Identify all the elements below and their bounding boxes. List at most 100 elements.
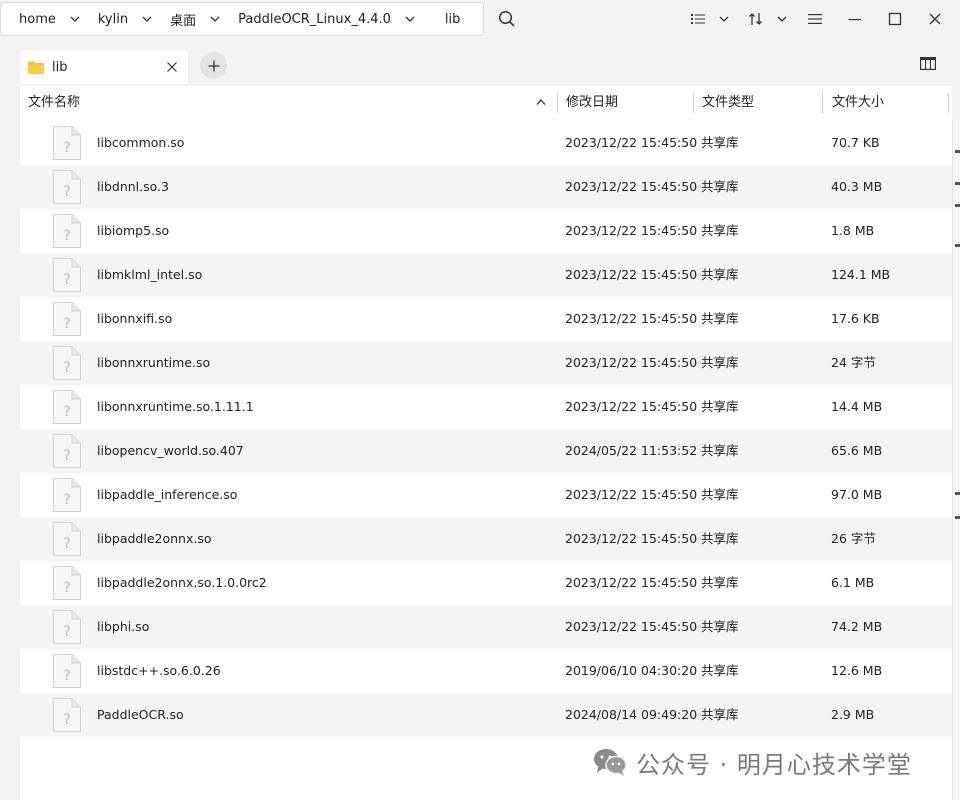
svg-text:?: ?: [63, 492, 70, 508]
column-header-size[interactable]: 文件大小: [832, 86, 884, 120]
breadcrumb-item-kylin[interactable]: kylin: [80, 3, 152, 35]
svg-text:?: ?: [63, 712, 70, 728]
sort-ascending-icon[interactable]: [536, 98, 546, 106]
file-size: 97.0 MB: [831, 487, 883, 502]
file-date: 2024/08/14 09:49:20: [565, 707, 698, 722]
tab-strip: lib: [0, 44, 960, 86]
view-mode-button[interactable]: [688, 8, 732, 30]
file-size: 124.1 MB: [831, 267, 891, 282]
file-name: libdnnl.so.3: [97, 179, 169, 194]
chevron-down-icon[interactable]: [70, 14, 80, 24]
tab-label: lib: [52, 59, 68, 75]
column-divider[interactable]: [948, 93, 949, 113]
breadcrumb-item-lib[interactable]: lib: [415, 3, 460, 35]
file-type: 共享库: [701, 531, 739, 546]
new-tab-button[interactable]: [200, 52, 227, 79]
table-row[interactable]: ? libiomp5.so 2023/12/22 15:45:50 共享库 1.8 MB: [20, 209, 952, 253]
table-row[interactable]: ? libonnxruntime.so.1.11.1 2023/12/22 15:4…: [20, 385, 952, 429]
unknown-file-icon: ?: [52, 433, 82, 473]
table-row[interactable]: ? PaddleOCR.so 2024/08/14 09:49:20 共享库 2.9 M…: [20, 693, 952, 737]
column-divider[interactable]: [822, 93, 823, 113]
table-row[interactable]: ? libonnxifi.so 2023/12/22 15:45:50 共享库 17.6…: [20, 297, 952, 341]
hamburger-menu-icon: [808, 14, 822, 24]
menu-button[interactable]: [806, 8, 824, 30]
column-header-type[interactable]: 文件类型: [702, 86, 754, 120]
file-date: 2023/12/22 15:45:50: [565, 487, 698, 502]
file-name: PaddleOCR.so: [97, 707, 184, 722]
file-date: 2023/12/22 15:45:50: [565, 575, 698, 590]
file-name: libopencv_world.so.407: [97, 443, 244, 458]
column-divider[interactable]: [557, 93, 558, 113]
breadcrumb-label: kylin: [97, 11, 129, 27]
unknown-file-icon: ?: [52, 301, 82, 341]
svg-text:?: ?: [63, 404, 70, 420]
svg-text:?: ?: [63, 580, 70, 596]
file-type: 共享库: [701, 399, 739, 414]
file-type: 共享库: [701, 663, 739, 678]
chevron-down-icon[interactable]: [210, 14, 220, 24]
table-row[interactable]: ? libpaddle2onnx.so.1.0.0rc2 2023/12/22 15…: [20, 561, 952, 605]
svg-text:?: ?: [63, 536, 70, 552]
file-size: 70.7 KB: [831, 135, 880, 150]
unknown-file-icon: ?: [52, 389, 82, 429]
unknown-file-icon: ?: [52, 565, 82, 605]
file-type: 共享库: [701, 311, 739, 326]
table-row[interactable]: ? libpaddle_inference.so 2023/12/22 15:45:…: [20, 473, 952, 517]
breadcrumb-label: 桌面: [170, 13, 197, 29]
table-row[interactable]: ? libphi.so 2023/12/22 15:45:50 共享库 74.2 MB: [20, 605, 952, 649]
chevron-down-icon: [777, 16, 787, 22]
table-row[interactable]: ? libopencv_world.so.407 2024/05/22 11:53:…: [20, 429, 952, 473]
column-header-name[interactable]: 文件名称: [28, 86, 80, 120]
watermark-text: 公众号 · 明月心技术学堂: [636, 750, 912, 779]
file-type: 共享库: [701, 575, 739, 590]
minimize-icon: [849, 19, 861, 21]
table-row[interactable]: ? libstdc++.so.6.0.26 2019/06/10 04:30:20 共…: [20, 649, 952, 693]
breadcrumb-label: home: [19, 11, 56, 27]
side-panel-icon: [920, 57, 937, 71]
breadcrumb-item-paddleocr[interactable]: PaddleOCR_Linux_4.4.0: [220, 3, 415, 35]
side-panel-button[interactable]: [920, 57, 937, 74]
svg-text:?: ?: [63, 228, 70, 244]
minimize-button[interactable]: [846, 8, 864, 30]
file-size: 74.2 MB: [831, 619, 883, 634]
file-date: 2023/12/22 15:45:50: [565, 179, 698, 194]
table-row[interactable]: ? libonnxruntime.so 2023/12/22 15:45:50 共享库…: [20, 341, 952, 385]
table-row[interactable]: ? libcommon.so 2023/12/22 15:45:50 共享库 70.7 …: [20, 121, 952, 165]
file-date: 2019/06/10 04:30:20: [565, 663, 698, 678]
file-size: 1.8 MB: [831, 223, 875, 238]
table-row[interactable]: ? libdnnl.so.3 2023/12/22 15:45:50 共享库 40.3 …: [20, 165, 952, 209]
svg-text:?: ?: [63, 316, 70, 332]
file-name: libpaddle2onnx.so.1.0.0rc2: [97, 575, 267, 590]
sort-button[interactable]: [746, 8, 790, 30]
svg-text:?: ?: [63, 448, 70, 464]
column-header-date[interactable]: 修改日期: [566, 86, 618, 120]
file-type: 共享库: [701, 179, 739, 194]
unknown-file-icon: ?: [52, 653, 82, 693]
file-type: 共享库: [701, 707, 739, 722]
file-name: libonnxruntime.so.1.11.1: [97, 399, 254, 414]
column-divider[interactable]: [693, 93, 694, 113]
table-row[interactable]: ? libmklml_intel.so 2023/12/22 15:45:50 共享库…: [20, 253, 952, 297]
file-name: libcommon.so: [97, 135, 185, 150]
breadcrumb-item-desktop[interactable]: 桌面: [152, 3, 220, 35]
column-header-row: 文件名称 修改日期 文件类型 文件大小: [20, 86, 952, 120]
file-size: 40.3 MB: [831, 179, 883, 194]
file-name: libmklml_intel.so: [97, 267, 203, 282]
file-size: 26 字节: [831, 531, 876, 546]
table-row[interactable]: ? libpaddle2onnx.so 2023/12/22 15:45:50 共享库…: [20, 517, 952, 561]
file-date: 2023/12/22 15:45:50: [565, 311, 698, 326]
close-icon[interactable]: [166, 61, 178, 73]
file-size: 24 字节: [831, 355, 876, 370]
unknown-file-icon: ?: [52, 257, 82, 297]
chevron-down-icon[interactable]: [142, 14, 152, 24]
tab-lib[interactable]: lib: [20, 50, 188, 84]
folder-icon: [28, 61, 44, 74]
search-button[interactable]: [496, 8, 518, 30]
file-rows: ? libcommon.so 2023/12/22 15:45:50 共享库 70.7 …: [20, 121, 952, 737]
search-icon: [498, 10, 515, 27]
maximize-button[interactable]: [886, 8, 904, 30]
breadcrumb-item-home[interactable]: home: [1, 3, 80, 35]
file-list: 文件名称 修改日期 文件类型 文件大小 ? libcommon.so 2023/12…: [20, 86, 952, 800]
close-window-button[interactable]: [926, 8, 944, 30]
chevron-down-icon[interactable]: [405, 14, 415, 24]
